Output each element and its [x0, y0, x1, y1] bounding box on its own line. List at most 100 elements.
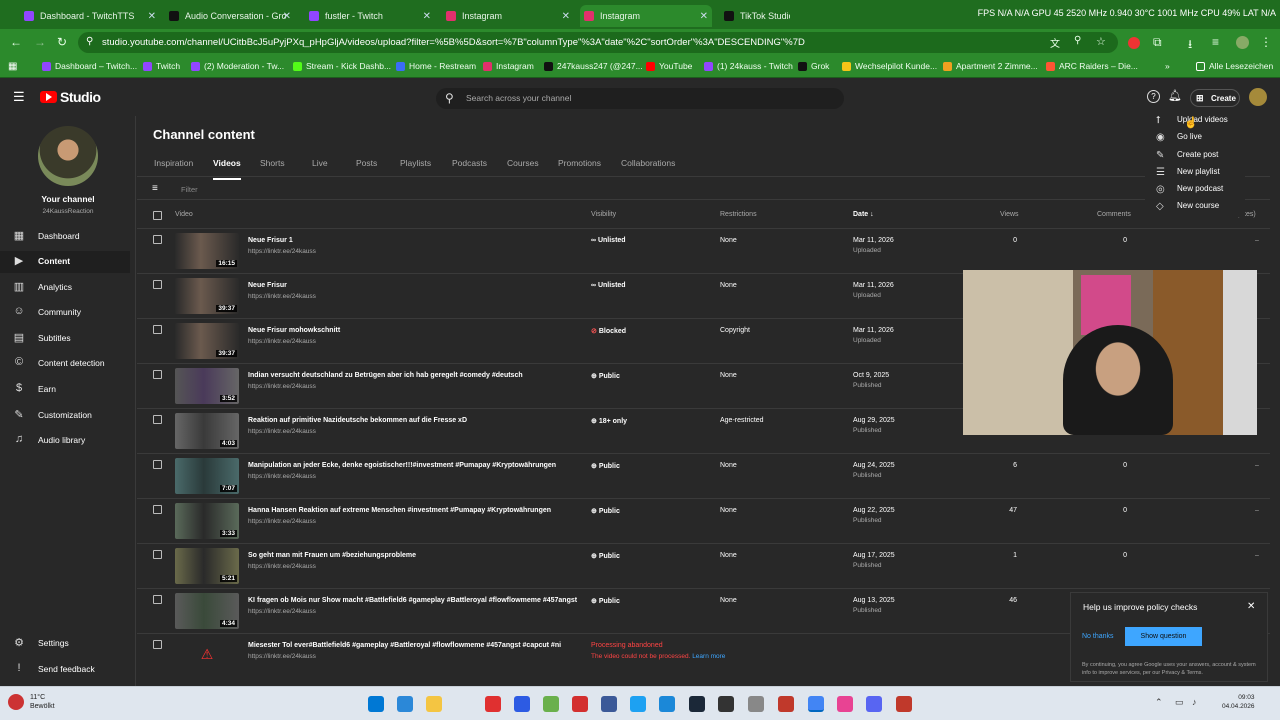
filter-input[interactable]: Filter: [181, 185, 198, 194]
sidebar-item-community[interactable]: ☺ Community: [0, 302, 130, 324]
url-field[interactable]: ⚲ studio.youtube.com/channel/UCitbBcJ5uP…: [78, 32, 1118, 53]
bookmark[interactable]: Home - Restream: [396, 61, 476, 71]
table-row[interactable]: 3:33 Hanna Hansen Reaktion auf extreme M…: [137, 498, 1270, 543]
app-icon[interactable]: [543, 696, 559, 712]
channel-avatar[interactable]: [38, 126, 98, 186]
bookmark[interactable]: 247kauss247 (@247...: [544, 61, 643, 71]
file-explorer-icon[interactable]: [426, 696, 442, 712]
discord-icon[interactable]: [866, 696, 882, 712]
studio-logo[interactable]: Studio: [40, 89, 101, 105]
video-thumbnail[interactable]: 3:33: [175, 503, 239, 539]
browser-menu-icon[interactable]: ⋮: [1260, 35, 1272, 49]
bookmark[interactable]: Grok: [798, 61, 829, 71]
bookmark[interactable]: ARC Raiders – Die...: [1046, 61, 1138, 71]
sidebar-item-content[interactable]: ▶ Content: [0, 251, 130, 273]
bookmark[interactable]: Instagram: [483, 61, 534, 71]
sidebar-item-content-detection[interactable]: © Content detection: [0, 353, 130, 375]
sidebar-item-earn[interactable]: $ Earn: [0, 379, 130, 401]
menu-item-new-playlist[interactable]: ☰ New playlist: [1145, 167, 1245, 178]
bookmark[interactable]: Apartment 2 Zimme...: [943, 61, 1038, 71]
bookmark[interactable]: Twitch: [143, 61, 180, 71]
tab-inspiration[interactable]: Inspiration: [154, 158, 193, 168]
steam-icon[interactable]: [689, 696, 705, 712]
video-title[interactable]: Miesester Tol ever#Battlefield6 #gamepla…: [248, 642, 561, 649]
tab-podcasts[interactable]: Podcasts: [452, 158, 487, 168]
extensions-puzzle-icon[interactable]: ⧉: [1153, 35, 1162, 50]
translate-icon[interactable]: 文: [1050, 35, 1060, 50]
visibility-value[interactable]: ⊕ Public: [591, 372, 620, 380]
forward-icon[interactable]: →: [34, 35, 46, 49]
learn-more-link[interactable]: Learn more: [692, 653, 725, 660]
browser-tab[interactable]: TikTok Studio: [720, 5, 790, 27]
tab-collaborations[interactable]: Collaborations: [621, 158, 675, 168]
video-thumbnail[interactable]: 39:37: [175, 323, 239, 359]
browser-tab[interactable]: Instagram ✕: [442, 5, 574, 27]
column-header-date[interactable]: Date ↓: [853, 211, 874, 218]
table-row[interactable]: 5:21 So geht man mit Frauen um #beziehun…: [137, 543, 1270, 588]
bookmark[interactable]: YouTube: [646, 61, 692, 71]
video-thumbnail[interactable]: 3:52: [175, 368, 239, 404]
bookmark-star-icon[interactable]: ☆: [1096, 35, 1106, 48]
show-question-button[interactable]: Show question: [1125, 627, 1202, 646]
visibility-value[interactable]: ⊘ Blocked: [591, 327, 626, 335]
weather-widget[interactable]: 11°C Bewölkt: [8, 693, 55, 711]
sidebar-item-send-feedback[interactable]: ! Send feedback: [0, 659, 130, 681]
row-checkbox[interactable]: [153, 235, 162, 244]
site-info-icon[interactable]: ⚲: [86, 36, 93, 47]
app-icon[interactable]: [837, 696, 853, 712]
visibility-value[interactable]: ⊕ Public: [591, 462, 620, 470]
restriction-value[interactable]: Age-restricted: [720, 417, 764, 424]
network-icon[interactable]: ▭: [1175, 697, 1184, 708]
bookmark[interactable]: (2) Moderation - Tw...: [191, 61, 284, 71]
app-icon[interactable]: [748, 696, 764, 712]
video-thumbnail[interactable]: 16:15: [175, 233, 239, 269]
row-checkbox[interactable]: [153, 505, 162, 514]
app-icon[interactable]: [718, 696, 734, 712]
tab-promotions[interactable]: Promotions: [558, 158, 601, 168]
video-thumbnail[interactable]: 4:34: [175, 593, 239, 629]
restriction-value[interactable]: Copyright: [720, 327, 750, 334]
bookmark[interactable]: Dashboard – Twitch...: [42, 61, 137, 71]
filter-icon[interactable]: ≡: [152, 183, 158, 194]
menu-item-create-post[interactable]: ✎ Create post: [1145, 150, 1245, 161]
browser-tab[interactable]: Dashboard - TwitchTTS ✕: [20, 5, 160, 27]
video-thumbnail[interactable]: 39:37: [175, 278, 239, 314]
app-icon[interactable]: [630, 696, 646, 712]
video-title[interactable]: Neue Frisur 1: [248, 237, 293, 244]
tray-chevron-icon[interactable]: ⌃: [1155, 697, 1163, 708]
table-row[interactable]: 7:07 Manipulation an jeder Ecke, denke e…: [137, 453, 1270, 498]
apps-grid-icon[interactable]: ▦: [8, 61, 17, 72]
visibility-value[interactable]: ∞ Unlisted: [591, 282, 626, 289]
row-checkbox[interactable]: [153, 640, 162, 649]
video-title[interactable]: Neue Frisur mohowkschnitt: [248, 327, 340, 334]
browser-tab-active[interactable]: Instagram ✕: [580, 5, 712, 27]
column-header-comments[interactable]: Comments: [1097, 211, 1131, 218]
column-header-visibility[interactable]: Visibility: [591, 211, 616, 218]
table-row[interactable]: 16:15 Neue Frisur 1 https://linktr.ee/24…: [137, 228, 1270, 273]
tab-posts[interactable]: Posts: [356, 158, 377, 168]
tab-playlists[interactable]: Playlists: [400, 158, 431, 168]
menu-item-new-podcast[interactable]: ◎ New podcast: [1145, 184, 1245, 195]
row-checkbox[interactable]: [153, 415, 162, 424]
app-icon[interactable]: [514, 696, 530, 712]
sidebar-item-analytics[interactable]: ▥ Analytics: [0, 277, 130, 299]
windows-start-icon[interactable]: [368, 696, 384, 712]
video-title[interactable]: Manipulation an jeder Ecke, denke egoist…: [248, 462, 556, 469]
video-title[interactable]: Reaktion auf primitive Nazideutsche beko…: [248, 417, 467, 424]
account-avatar[interactable]: [1249, 88, 1267, 106]
sidebar-item-dashboard[interactable]: ▦ Dashboard: [0, 226, 130, 248]
column-header-views[interactable]: Views: [1000, 211, 1019, 218]
close-icon[interactable]: ✕: [1247, 601, 1255, 612]
app-icon[interactable]: [778, 696, 794, 712]
row-checkbox[interactable]: [153, 550, 162, 559]
help-icon[interactable]: ?: [1147, 90, 1160, 103]
visibility-value[interactable]: ⊕ Public: [591, 597, 620, 605]
app-icon[interactable]: [485, 696, 501, 712]
video-thumbnail[interactable]: 7:07: [175, 458, 239, 494]
tab-live[interactable]: Live: [312, 158, 328, 168]
chrome-icon[interactable]: [808, 696, 824, 712]
select-all-checkbox[interactable]: [153, 211, 162, 220]
bookmark[interactable]: Stream - Kick Dashb...: [293, 61, 391, 71]
row-checkbox[interactable]: [153, 460, 162, 469]
menu-item-new-course[interactable]: ◇ New course: [1145, 201, 1245, 212]
